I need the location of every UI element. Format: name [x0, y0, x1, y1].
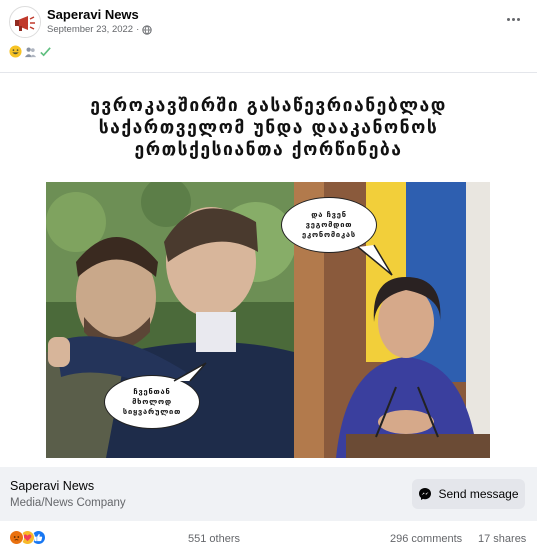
post-meta: September 23, 2022 ·	[47, 24, 152, 35]
dot-icon	[506, 17, 510, 21]
hand	[48, 337, 70, 367]
post-text-emojis	[9, 45, 52, 58]
people-icon	[24, 47, 37, 58]
send-message-label: Send message	[438, 487, 519, 501]
reaction-count[interactable]: 551 others	[188, 533, 240, 545]
shares-count[interactable]: 17 shares	[478, 533, 526, 545]
megaphone-logo-icon	[11, 8, 40, 37]
page-card-name[interactable]: Saperavi News	[10, 479, 94, 493]
grinning-face-icon	[9, 45, 22, 58]
page-card[interactable]: Saperavi News Media/News Company Send me…	[0, 467, 537, 521]
image-headline: ევროკავშირში გასაწევრიანებლად საქართველო…	[0, 95, 537, 161]
flag-white	[466, 182, 490, 458]
page-name[interactable]: Saperavi News	[47, 7, 139, 22]
bubble-tail-icon	[357, 244, 393, 276]
dot-icon	[516, 17, 520, 21]
messenger-icon	[419, 488, 432, 500]
more-options-button[interactable]	[503, 12, 523, 26]
headline-line: საქართველომ უნდა დააკანონოს	[98, 118, 439, 138]
post-image[interactable]: ევროკავშირში გასაწევრიანებლად საქართველო…	[0, 72, 537, 467]
post-header: Saperavi News September 23, 2022 ·	[0, 0, 537, 40]
page-avatar[interactable]	[9, 6, 41, 38]
bubble-tail-icon	[173, 362, 207, 382]
bubble-text: ჩვენთან მხოლოდ სიყვარულით	[122, 387, 182, 416]
speech-bubble-bottom: ჩვენთან მხოლოდ სიყვარულით	[104, 375, 200, 429]
reaction-summary[interactable]	[9, 530, 46, 545]
check-mark-icon	[40, 47, 51, 57]
send-message-button[interactable]: Send message	[412, 479, 525, 509]
dot-icon	[511, 17, 515, 21]
page-card-category: Media/News Company	[10, 497, 126, 509]
post-date[interactable]: September 23, 2022	[47, 24, 133, 35]
headline-line: ერთსქესიანთა ქორწინება	[134, 140, 403, 160]
globe-icon[interactable]	[142, 24, 152, 35]
headline-line: ევროკავშირში გასაწევრიანებლად	[90, 96, 447, 116]
post-footer: 551 others 296 comments 17 shares	[0, 521, 537, 552]
meta-separator: ·	[136, 24, 140, 35]
comments-count[interactable]: 296 comments	[390, 533, 462, 545]
shirt-collar	[196, 312, 236, 352]
angry-icon	[9, 530, 24, 545]
bubble-text: და ჩვენ ვეგომდით ეკონომიკას	[302, 210, 356, 239]
desk	[346, 434, 490, 458]
